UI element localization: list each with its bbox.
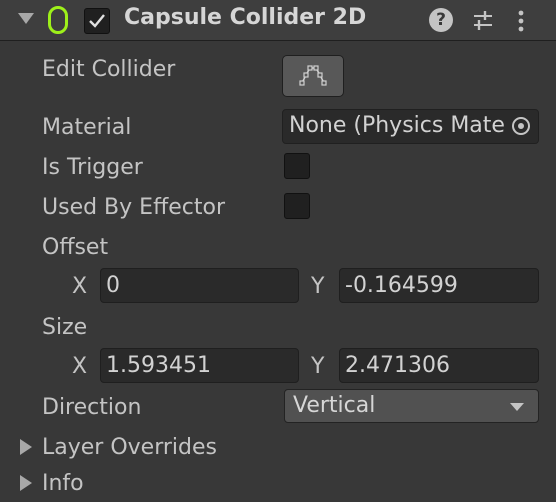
direction-label: Direction bbox=[42, 395, 142, 420]
offset-y-label: Y bbox=[311, 274, 325, 299]
used-by-effector-label: Used By Effector bbox=[42, 195, 225, 220]
component-title: Capsule Collider 2D bbox=[124, 5, 367, 30]
foldout-expanded-icon[interactable] bbox=[18, 13, 34, 24]
help-icon[interactable]: ? bbox=[429, 8, 453, 32]
offset-y-field[interactable]: -0.164599 bbox=[339, 268, 539, 303]
presets-icon[interactable] bbox=[470, 8, 496, 34]
component-header: Capsule Collider 2D ? bbox=[0, 0, 556, 41]
material-value: None (Physics Material 2D) bbox=[289, 113, 539, 138]
material-field[interactable]: None (Physics Material 2D) bbox=[282, 109, 539, 144]
offset-x-field[interactable]: 0 bbox=[100, 268, 299, 303]
object-picker-icon-dot bbox=[518, 123, 524, 129]
kebab-menu-icon[interactable] bbox=[508, 8, 534, 34]
used-by-effector-checkbox[interactable] bbox=[284, 193, 310, 219]
is-trigger-label: Is Trigger bbox=[42, 155, 143, 180]
size-y-label: Y bbox=[311, 354, 325, 379]
offset-x-label: X bbox=[72, 274, 88, 299]
capsule-collider-icon bbox=[48, 6, 68, 34]
direction-dropdown[interactable]: Vertical bbox=[284, 389, 539, 423]
material-label: Material bbox=[42, 115, 132, 140]
edit-collider-button[interactable] bbox=[282, 55, 344, 97]
info-foldout[interactable]: Info bbox=[42, 471, 84, 496]
offset-label: Offset bbox=[42, 235, 109, 260]
size-x-field[interactable]: 1.593451 bbox=[100, 348, 299, 383]
size-x-label: X bbox=[72, 354, 88, 379]
size-label: Size bbox=[42, 315, 88, 340]
layer-overrides-foldout-icon[interactable] bbox=[20, 439, 32, 455]
checkmark-icon bbox=[89, 14, 105, 28]
edit-collider-icon bbox=[299, 65, 327, 86]
layer-overrides-foldout[interactable]: Layer Overrides bbox=[42, 435, 217, 460]
info-foldout-icon[interactable] bbox=[20, 475, 32, 491]
chevron-down-icon bbox=[510, 403, 524, 411]
size-y-field[interactable]: 2.471306 bbox=[339, 348, 539, 383]
object-picker-button[interactable] bbox=[504, 110, 538, 143]
is-trigger-checkbox[interactable] bbox=[284, 153, 310, 179]
component-enabled-checkbox[interactable] bbox=[84, 8, 110, 34]
edit-collider-label: Edit Collider bbox=[42, 57, 176, 82]
direction-value: Vertical bbox=[293, 393, 376, 418]
